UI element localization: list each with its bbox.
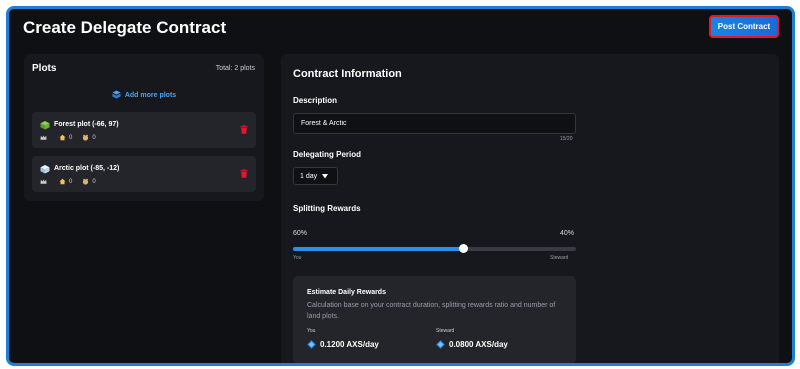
- house-icon: [59, 134, 66, 141]
- plot-stat-creatures: 0: [92, 134, 96, 141]
- trash-icon[interactable]: [240, 169, 248, 178]
- plot-card-forest[interactable]: Forest plot (-66, 97) 0 0: [32, 112, 256, 148]
- plot-card-arctic[interactable]: Arctic plot (-85, -12) 0 0: [32, 156, 256, 192]
- split-steward-percent: 40%: [560, 230, 575, 237]
- plot-stats: 0 0: [40, 178, 96, 185]
- plot-name: Arctic plot (-85, -12): [54, 165, 120, 172]
- estimate-description: Calculation base on your contract durati…: [307, 302, 556, 320]
- crown-icon: [40, 179, 47, 184]
- post-contract-button[interactable]: Post Contract: [709, 15, 779, 38]
- plot-stat-creatures: 0: [92, 178, 96, 185]
- trash-icon[interactable]: [240, 125, 248, 134]
- estimate-title: Estimate Daily Rewards: [307, 289, 386, 296]
- plot-stat-buildings: 0: [69, 178, 73, 185]
- splitting-label: Splitting Rewards: [293, 204, 361, 213]
- period-select[interactable]: 1 day: [293, 167, 338, 185]
- house-icon: [59, 178, 66, 185]
- page-title: Create Delegate Contract: [23, 18, 227, 37]
- period-label: Delegating Period: [293, 150, 362, 159]
- add-more-plots-label: Add more plots: [124, 92, 177, 99]
- axs-token-icon: [436, 340, 445, 349]
- plot-stat-buildings: 0: [69, 134, 73, 141]
- plots-heading: Plots: [32, 63, 57, 74]
- add-more-plots-button[interactable]: Add more plots: [24, 90, 264, 99]
- plots-total: Total: 2 plots: [215, 65, 255, 72]
- axs-token-icon: [307, 340, 316, 349]
- estimate-card: Estimate Daily Rewards Calculation base …: [293, 276, 576, 363]
- split-you-percent: 60%: [293, 230, 308, 237]
- creature-icon: [83, 178, 89, 185]
- app-window: Create Delegate Contract Post Contract P…: [6, 6, 795, 366]
- slider-fill: [293, 247, 463, 251]
- contract-title: Contract Information: [293, 68, 402, 80]
- slider-thumb[interactable]: [458, 244, 468, 253]
- slider-steward-label: Steward: [550, 255, 569, 261]
- plots-panel: Plots Total: 2 plots Add more plots Fore…: [24, 54, 264, 201]
- crown-icon: [40, 135, 47, 140]
- estimate-steward: Steward 0.0800 AXS/day: [436, 328, 508, 349]
- description-label: Description: [293, 96, 338, 105]
- estimate-you-label: You: [307, 328, 316, 334]
- box-icon: [112, 90, 121, 99]
- caret-down-icon: [322, 173, 329, 178]
- split-slider[interactable]: [293, 244, 576, 253]
- estimate-you-value: 0.1200 AXS/day: [320, 340, 379, 349]
- creature-icon: [83, 134, 89, 141]
- slider-you-label: You: [293, 255, 302, 261]
- estimate-steward-label: Steward: [436, 328, 455, 334]
- plot-name: Forest plot (-66, 97): [54, 121, 119, 128]
- arctic-plot-icon: [40, 165, 50, 174]
- period-value: 1 day: [300, 172, 318, 180]
- char-counter: 15/20: [560, 136, 573, 142]
- plot-stats: 0 0: [40, 134, 96, 141]
- forest-plot-icon: [40, 121, 50, 130]
- estimate-steward-value: 0.0800 AXS/day: [449, 340, 508, 349]
- contract-panel: Contract Information Description 15/20 D…: [281, 54, 779, 363]
- description-input[interactable]: [293, 113, 576, 134]
- estimate-you: You 0.1200 AXS/day: [307, 328, 379, 349]
